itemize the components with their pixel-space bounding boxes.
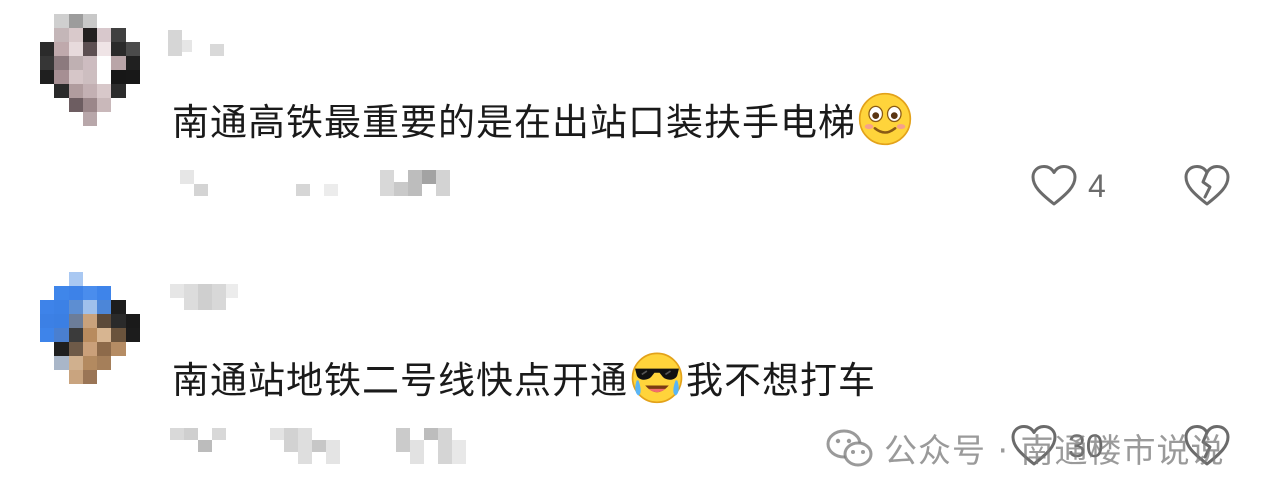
cool-crying-emoji <box>631 352 683 404</box>
comment-text-part: 我不想打车 <box>686 359 876 402</box>
watermark: 公众号 · 南通楼市说说 <box>826 424 1224 472</box>
watermark-label: 公众号 · 南通楼市说说 <box>884 431 1225 470</box>
username[interactable] <box>170 284 250 318</box>
avatar[interactable] <box>40 272 140 384</box>
comment-text: 南通站地铁二号线快点开通 我不想打车 <box>172 350 876 404</box>
comment-text-part: 南通站地铁二号线快点开通 <box>172 359 628 402</box>
wechat-icon <box>826 429 873 467</box>
comment-item: 南通站地铁二号线快点开通 我不想打车 30 <box>0 0 1281 497</box>
comment-list: 南通高铁最重要的是在出站口装扶手电梯 4 南通站地铁二号线快点开通 我不想打车 … <box>0 0 1281 497</box>
comment-meta <box>170 428 470 468</box>
